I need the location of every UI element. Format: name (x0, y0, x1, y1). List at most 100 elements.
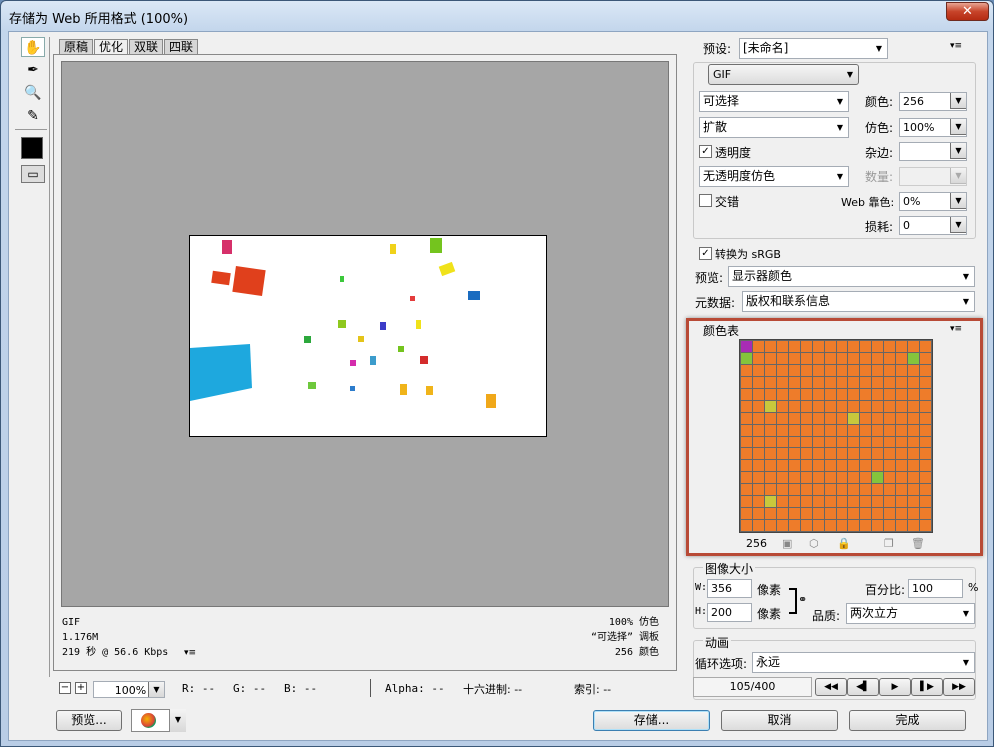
color-swatch[interactable] (776, 412, 788, 424)
color-swatch[interactable] (764, 436, 776, 448)
color-swatch[interactable] (884, 412, 896, 424)
color-swatch[interactable] (752, 364, 764, 376)
color-swatch[interactable] (812, 388, 824, 400)
color-swatch[interactable] (824, 508, 836, 520)
color-swatch[interactable] (848, 400, 860, 412)
color-swatch[interactable] (896, 520, 908, 531)
color-swatch[interactable] (920, 388, 931, 400)
color-swatch[interactable] (836, 460, 848, 472)
color-swatch[interactable] (776, 448, 788, 460)
new-color-icon[interactable]: ❐ (884, 537, 894, 550)
color-swatch[interactable] (920, 376, 931, 388)
color-swatch[interactable] (752, 460, 764, 472)
color-swatch[interactable] (884, 460, 896, 472)
color-swatch[interactable] (800, 508, 812, 520)
color-swatch[interactable] (741, 424, 752, 436)
color-swatch[interactable] (848, 460, 860, 472)
color-swatch[interactable] (848, 376, 860, 388)
color-swatch[interactable] (776, 352, 788, 364)
color-swatch[interactable] (788, 448, 800, 460)
color-swatch[interactable] (908, 484, 920, 496)
color-swatch[interactable] (764, 484, 776, 496)
color-swatch[interactable] (788, 520, 800, 531)
preset-select[interactable]: [未命名] ▼ (739, 38, 888, 59)
tab-optimized[interactable]: 优化 (94, 39, 129, 55)
lossy-field[interactable]: 0 ▼ (899, 216, 967, 235)
color-swatch[interactable] (788, 412, 800, 424)
color-swatch[interactable] (872, 352, 884, 364)
color-swatch[interactable] (800, 376, 812, 388)
color-swatch[interactable] (752, 376, 764, 388)
color-swatch[interactable] (764, 364, 776, 376)
color-swatch[interactable] (812, 436, 824, 448)
color-swatch[interactable] (836, 376, 848, 388)
color-swatch[interactable] (896, 352, 908, 364)
color-swatch[interactable] (860, 364, 872, 376)
lock-icon[interactable]: 🔒 (837, 537, 851, 550)
color-swatch[interactable] (836, 364, 848, 376)
color-swatch[interactable] (836, 400, 848, 412)
color-swatch[interactable] (884, 508, 896, 520)
eyedropper-tool-icon[interactable]: ✎ (21, 106, 45, 126)
color-reduction-select[interactable]: 可选择 ▼ (699, 91, 849, 112)
color-swatch[interactable] (741, 412, 752, 424)
color-swatch[interactable] (764, 508, 776, 520)
color-swatch[interactable] (824, 412, 836, 424)
color-swatch[interactable] (824, 364, 836, 376)
cancel-button[interactable]: 取消 (721, 710, 838, 731)
prev-frame-button[interactable]: ◀▌ (847, 678, 879, 696)
close-button[interactable]: ✕ (946, 2, 989, 21)
color-swatch[interactable] (908, 436, 920, 448)
color-swatch[interactable] (776, 376, 788, 388)
color-swatch[interactable] (788, 388, 800, 400)
color-swatch[interactable] (848, 472, 860, 484)
color-swatch[interactable] (908, 341, 920, 352)
color-swatch[interactable] (764, 412, 776, 424)
color-swatch[interactable] (872, 484, 884, 496)
color-swatch[interactable] (752, 352, 764, 364)
color-swatch[interactable] (836, 520, 848, 531)
color-swatch[interactable] (884, 341, 896, 352)
tab-4up[interactable]: 四联 (164, 39, 199, 54)
zoom-out-icon[interactable]: − (59, 682, 71, 694)
color-swatch[interactable] (812, 460, 824, 472)
tab-2up[interactable]: 双联 (129, 39, 164, 54)
color-swatch[interactable] (884, 472, 896, 484)
zoom-tool-icon[interactable]: 🔍 (21, 83, 45, 103)
color-swatch[interactable] (908, 460, 920, 472)
color-swatch[interactable] (848, 508, 860, 520)
color-swatch[interactable] (764, 341, 776, 352)
web-shift-icon[interactable]: ▣ (782, 537, 792, 550)
color-swatch[interactable] (752, 400, 764, 412)
play-button[interactable]: ▶ (879, 678, 911, 696)
color-swatch[interactable] (860, 341, 872, 352)
color-swatch[interactable] (812, 448, 824, 460)
chevron-down-icon[interactable]: ▼ (950, 143, 966, 159)
color-swatch[interactable] (764, 424, 776, 436)
transparency-checkbox[interactable]: ✓ (699, 145, 712, 158)
color-swatch[interactable] (860, 388, 872, 400)
color-swatch[interactable] (800, 496, 812, 508)
color-swatch[interactable] (812, 352, 824, 364)
preset-menu-icon[interactable]: ▾≡ (950, 41, 962, 51)
cube-icon[interactable]: ⬡ (809, 537, 819, 550)
color-swatch[interactable] (776, 472, 788, 484)
color-swatch[interactable] (836, 508, 848, 520)
color-swatch[interactable] (741, 341, 752, 352)
browser-preview-button[interactable]: ▼ (131, 709, 186, 732)
height-field[interactable]: 200 (707, 603, 752, 622)
websnap-field[interactable]: 0% ▼ (899, 192, 967, 211)
color-swatch[interactable] (824, 341, 836, 352)
color-swatch[interactable] (788, 484, 800, 496)
color-swatch[interactable] (800, 400, 812, 412)
color-swatch[interactable] (884, 400, 896, 412)
matte-field[interactable]: ▼ (899, 142, 967, 161)
color-swatch[interactable] (860, 508, 872, 520)
color-swatch[interactable] (824, 436, 836, 448)
loop-select[interactable]: 永远 ▼ (752, 652, 975, 673)
color-swatch[interactable] (788, 376, 800, 388)
color-swatch[interactable] (800, 436, 812, 448)
color-swatch[interactable] (848, 484, 860, 496)
color-swatch[interactable] (920, 472, 931, 484)
color-swatch[interactable] (812, 496, 824, 508)
